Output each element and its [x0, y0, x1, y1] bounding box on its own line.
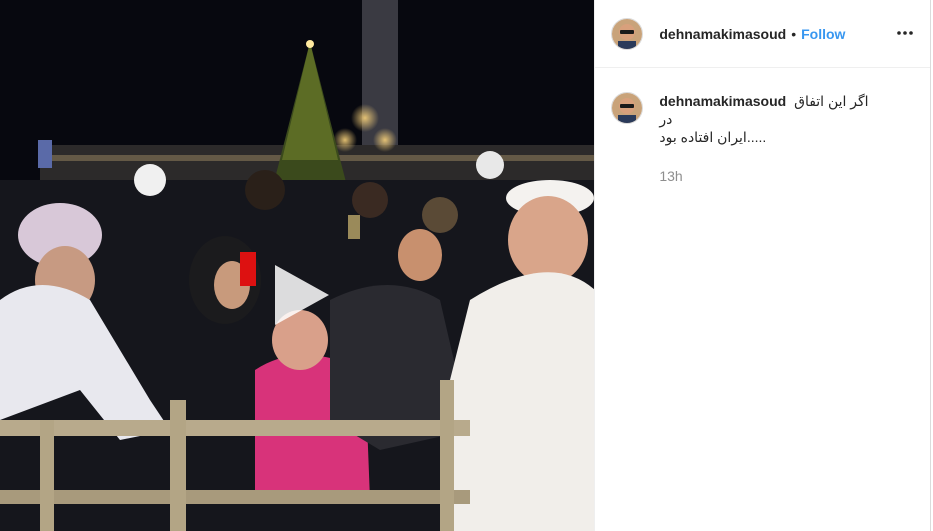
avatar[interactable] [611, 17, 644, 50]
post-video[interactable] [0, 0, 595, 531]
post-timestamp[interactable]: 13h [659, 168, 879, 184]
caption-line-2: ایران افتاده بود..... [659, 129, 767, 145]
comment-body: dehnamakimasoud اگر این اتفاق در ایران ا… [659, 92, 879, 184]
instagram-post: dehnamakimasoud • Follow dehnamakimasoud… [0, 0, 931, 531]
post-header: dehnamakimasoud • Follow [595, 0, 930, 68]
caption-avatar[interactable] [611, 92, 644, 124]
caption-text: dehnamakimasoud اگر این اتفاق در ایران ا… [659, 92, 879, 146]
caption-comment: dehnamakimasoud اگر این اتفاق در ایران ا… [595, 68, 930, 184]
caption-username[interactable]: dehnamakimasoud [659, 93, 786, 109]
separator-dot: • [791, 25, 797, 42]
play-icon [275, 265, 329, 325]
follow-button[interactable]: Follow [801, 26, 845, 42]
play-button[interactable] [267, 263, 331, 327]
header-username[interactable]: dehnamakimasoud [659, 26, 786, 42]
profile-photo [612, 18, 643, 49]
profile-photo [612, 93, 643, 123]
post-sidebar: dehnamakimasoud • Follow dehnamakimasoud… [594, 0, 930, 531]
more-horizontal-icon[interactable] [896, 24, 914, 42]
